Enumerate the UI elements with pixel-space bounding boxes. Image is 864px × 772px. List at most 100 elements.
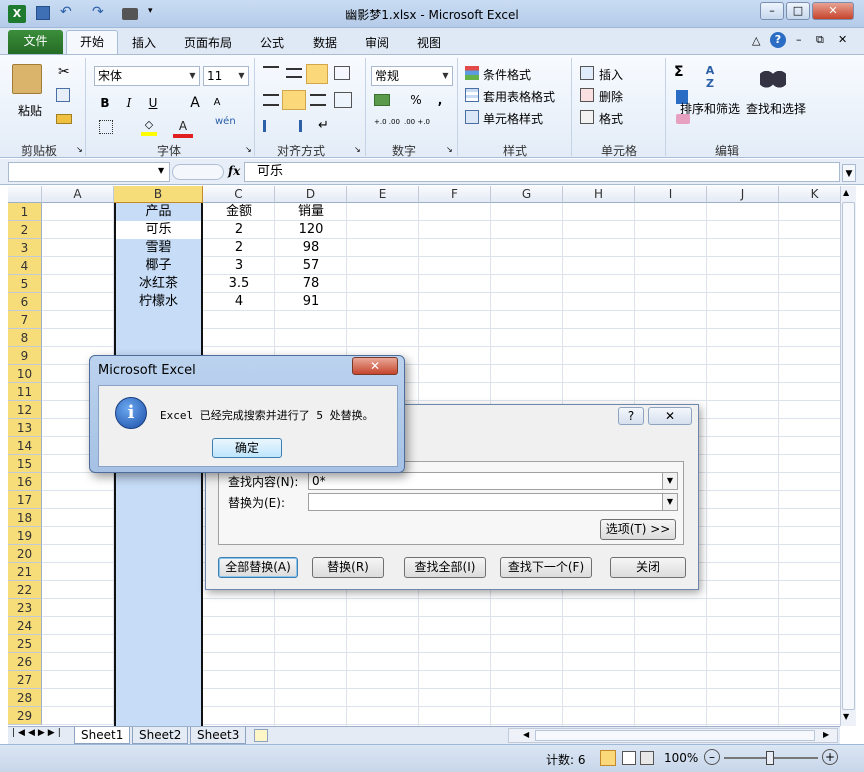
fill-color-icon[interactable]: ◇ [141,118,157,136]
increase-decimal-button[interactable]: +.0 .00 [374,118,400,126]
align-center-icon[interactable] [282,90,306,110]
sheet-tab-3[interactable]: Sheet3 [190,727,247,744]
formula-expand-icon[interactable]: ▼ [842,164,856,182]
scroll-left-arrow-icon[interactable]: ◀ [523,730,529,739]
column-header-j[interactable]: J [707,186,779,203]
row-header-25[interactable]: 25 [8,635,42,653]
find-dropdown-icon[interactable]: ▼ [662,473,677,489]
table-cell[interactable]: 4 [203,293,275,311]
column-header-k[interactable]: K [779,186,840,203]
row-header-28[interactable]: 28 [8,689,42,707]
insert-cells-button[interactable]: 插入 [599,66,623,83]
scroll-down-arrow-icon[interactable]: ▼ [843,712,849,721]
row-header-21[interactable]: 21 [8,563,42,581]
decrease-decimal-button[interactable]: .00 +.0 [404,118,430,126]
ok-button[interactable]: 确定 [212,438,282,458]
sheet-nav-arrows-icon[interactable]: |◀◀▶▶| [12,728,64,738]
border-icon[interactable] [99,120,113,134]
row-header-14[interactable]: 14 [8,437,42,455]
row-header-23[interactable]: 23 [8,599,42,617]
column-header-d[interactable]: D [275,186,347,203]
table-cell[interactable]: 冰红茶 [114,275,203,293]
wrap-text-icon[interactable]: ↵ [318,118,329,133]
conditional-format-button[interactable]: 条件格式 [483,66,531,83]
table-cell[interactable]: 120 [275,221,347,239]
maximize-button[interactable]: □ [786,2,810,20]
bold-button[interactable]: B [95,93,115,113]
table-cell[interactable]: 2 [203,239,275,257]
row-header-1[interactable]: 1 [8,203,42,221]
tab-view[interactable]: 视图 [417,34,441,51]
table-cell[interactable]: 91 [275,293,347,311]
merge-center-icon[interactable] [334,92,352,108]
column-header-e[interactable]: E [347,186,419,203]
table-cell[interactable]: 3 [203,257,275,275]
formula-input[interactable]: 可乐 [244,162,840,182]
delete-cells-icon[interactable] [580,88,594,102]
table-cell[interactable]: 柠檬水 [114,293,203,311]
table-cell[interactable]: 2 [203,221,275,239]
select-all-corner[interactable] [8,186,42,203]
italic-button[interactable]: I [119,93,139,113]
tab-page-layout[interactable]: 页面布局 [184,34,232,51]
column-header-b[interactable]: B [114,186,203,203]
normal-view-icon[interactable] [600,750,616,766]
table-cell[interactable]: 78 [275,275,347,293]
percent-button[interactable]: % [406,90,426,110]
align-left-icon[interactable] [263,94,279,106]
underline-button[interactable]: U [143,93,163,113]
scroll-right-arrow-icon[interactable]: ▶ [823,730,829,739]
align-middle-icon[interactable] [286,68,302,78]
horizontal-scrollbar[interactable]: ◀ ▶ [508,728,838,743]
sheet-tab-1[interactable]: Sheet1 [74,727,131,744]
table-cell[interactable]: 57 [275,257,347,275]
find-select-button[interactable]: 查找和选择 [746,100,806,117]
alignment-launcher-icon[interactable]: ↘ [354,145,361,154]
formula-bar-grip-icon[interactable] [172,164,224,180]
grow-font-button[interactable]: A [185,93,205,113]
row-header-10[interactable]: 10 [8,365,42,383]
paste-button[interactable]: 粘贴 [18,102,42,119]
conditional-format-icon[interactable] [465,66,479,80]
row-header-27[interactable]: 27 [8,671,42,689]
font-color-button[interactable]: A [173,116,193,138]
replace-all-button[interactable]: 全部替换(A) [218,557,298,578]
shrink-font-button[interactable]: A [207,93,227,113]
number-format-combo[interactable]: 常规 ▼ [371,66,453,86]
row-header-29[interactable]: 29 [8,707,42,725]
format-as-table-button[interactable]: 套用表格格式 [483,88,555,105]
insert-function-icon[interactable]: fx [228,164,240,178]
row-header-24[interactable]: 24 [8,617,42,635]
align-top-icon[interactable] [263,66,279,78]
decrease-indent-icon[interactable] [263,120,279,132]
scroll-up-arrow-icon[interactable]: ▲ [843,188,849,197]
table-cell[interactable]: 雪碧 [114,239,203,257]
paste-icon[interactable] [12,64,42,94]
cell-styles-icon[interactable] [465,110,479,124]
horizontal-scroll-thumb[interactable] [535,730,815,741]
workbook-close-icon[interactable]: ✕ [838,33,847,46]
font-size-combo[interactable]: 11 ▼ [203,66,249,86]
row-header-2[interactable]: 2 [8,221,42,239]
column-header-h[interactable]: H [563,186,635,203]
zoom-out-icon[interactable]: – [704,749,720,765]
row-header-13[interactable]: 13 [8,419,42,437]
close-button[interactable]: ✕ [812,2,854,20]
format-cells-button[interactable]: 格式 [599,110,623,127]
cut-icon[interactable]: ✂ [58,64,70,80]
tab-insert[interactable]: 插入 [132,34,156,51]
dialog-help-button[interactable]: ? [618,407,644,425]
zoom-level[interactable]: 100% [664,751,698,765]
currency-icon[interactable] [374,94,390,106]
format-cells-icon[interactable] [580,110,594,124]
sort-filter-icon[interactable]: AZ [698,64,722,92]
tab-data[interactable]: 数据 [313,34,337,51]
table-cell[interactable]: 3.5 [203,275,275,293]
tab-file[interactable]: 文件 [8,30,63,54]
name-box[interactable] [8,162,170,182]
phonetic-button[interactable]: wén [215,116,236,127]
workbook-restore-icon[interactable]: ⧉ [816,33,824,47]
find-next-button[interactable]: 查找下一个(F) [500,557,592,578]
table-cell[interactable]: 可乐 [114,221,203,239]
column-header-a[interactable]: A [42,186,114,203]
